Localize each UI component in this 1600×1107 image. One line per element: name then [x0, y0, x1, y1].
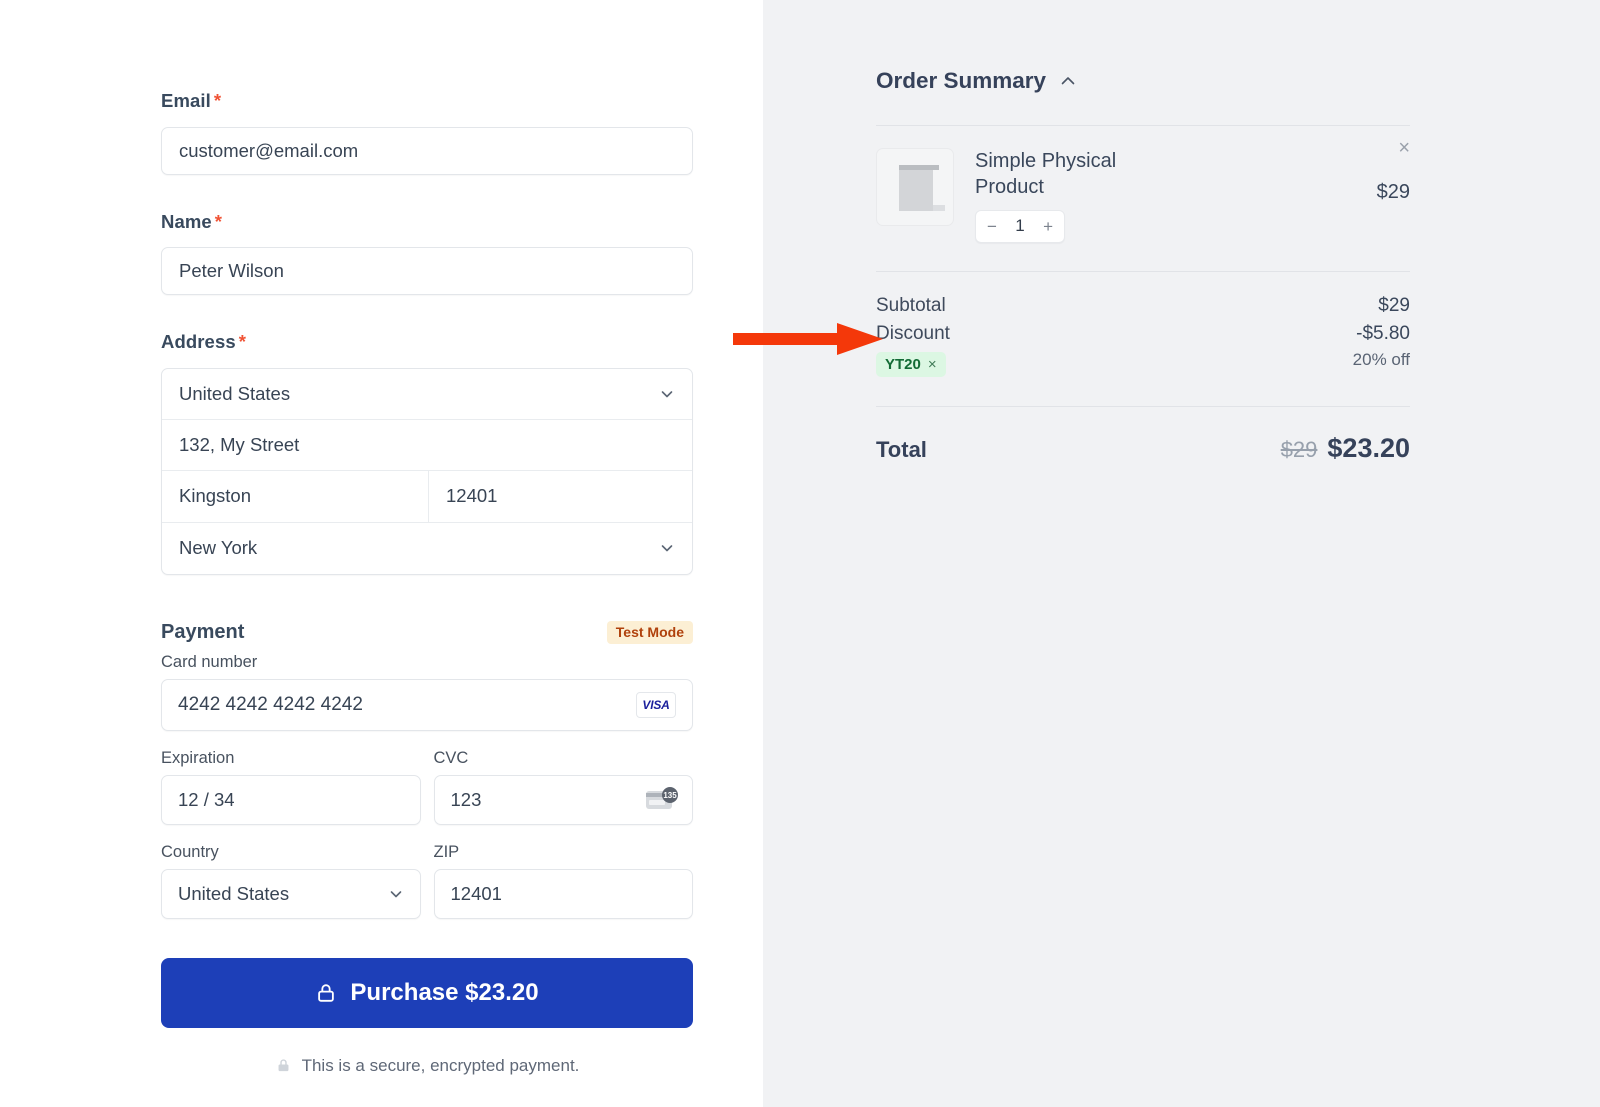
remove-item-icon[interactable]: × [1398, 138, 1410, 158]
total-row: Total $29 $23.20 [876, 407, 1410, 464]
test-mode-badge: Test Mode [607, 621, 693, 644]
totals-section: Subtotal $29 Discount YT20 × -$5.80 20% … [876, 272, 1410, 377]
address-state-select[interactable]: New York [162, 523, 692, 574]
address-required-mark: * [239, 331, 246, 352]
lock-icon [315, 982, 337, 1004]
email-label: Email* [161, 92, 693, 111]
expiration-field: Expiration 12 / 34 [161, 749, 421, 825]
total-value: $23.20 [1327, 433, 1410, 464]
order-summary-title: Order Summary [876, 68, 1046, 94]
visa-icon: VISA [636, 692, 676, 718]
address-street-value: 132, My Street [179, 434, 299, 456]
quantity-stepper[interactable]: − 1 + [975, 210, 1065, 243]
name-required-mark: * [215, 211, 222, 232]
product-thumbnail [876, 148, 954, 226]
name-value: Peter Wilson [179, 260, 284, 282]
country-value: United States [178, 883, 289, 905]
name-input[interactable]: Peter Wilson [161, 247, 693, 295]
increment-button[interactable]: + [1043, 218, 1053, 235]
purchase-button-label: Purchase $23.20 [350, 979, 538, 1007]
discount-label: Discount [876, 323, 950, 345]
checkout-page: Email* customer@email.com Name* Peter Wi… [0, 0, 1600, 1107]
expiration-label: Expiration [161, 749, 421, 768]
cvc-label: CVC [434, 749, 694, 768]
name-label: Name* [161, 213, 693, 232]
product-name: Simple Physical Product [975, 148, 1190, 201]
cvc-field: CVC 123 135 [434, 749, 694, 825]
address-state-value: New York [179, 537, 257, 559]
quantity-value: 1 [1015, 216, 1024, 236]
coupon-chip[interactable]: YT20 × [876, 352, 946, 377]
country-select[interactable]: United States [161, 869, 421, 919]
email-value: customer@email.com [179, 140, 358, 162]
secure-payment-text: This is a secure, encrypted payment. [302, 1056, 580, 1076]
address-city-input[interactable]: Kingston [162, 471, 429, 522]
email-required-mark: * [214, 90, 221, 111]
discount-value: -$5.80 [1356, 323, 1410, 345]
country-zip-row: Country United States ZIP 12401 [161, 843, 693, 919]
card-number-value: 4242 4242 4242 4242 [178, 694, 363, 716]
address-label-text: Address [161, 331, 236, 352]
address-street-input[interactable]: 132, My Street [162, 420, 692, 471]
subtotal-value: $29 [1378, 295, 1410, 317]
annotation-arrow [733, 322, 883, 356]
chevron-down-icon [659, 540, 675, 556]
product-details: Simple Physical Product − 1 + [975, 148, 1410, 243]
card-number-label: Card number [161, 653, 693, 672]
cvc-value: 123 [451, 789, 482, 811]
address-label: Address* [161, 333, 693, 352]
address-country-select[interactable]: United States [162, 369, 692, 420]
subtotal-label: Subtotal [876, 295, 946, 317]
order-line-item: Simple Physical Product − 1 + × $29 [876, 126, 1410, 243]
total-label: Total [876, 437, 927, 463]
zip-field: ZIP 12401 [434, 843, 694, 919]
chevron-down-icon [388, 886, 404, 902]
order-summary-header[interactable]: Order Summary [876, 0, 1410, 94]
cvc-card-icon: 135 [646, 789, 676, 810]
discount-row: Discount YT20 × -$5.80 [876, 323, 1410, 377]
purchase-button[interactable]: Purchase $23.20 [161, 958, 693, 1028]
secure-payment-note: This is a secure, encrypted payment. [161, 1056, 693, 1076]
payment-header: Payment Test Mode [161, 621, 693, 644]
payment-title: Payment [161, 621, 244, 644]
address-city-postal-row: Kingston 12401 [162, 471, 692, 523]
chevron-up-icon[interactable] [1059, 72, 1077, 90]
cvc-input[interactable]: 123 135 [434, 775, 694, 825]
cvc-hint-badge: 135 [662, 787, 678, 803]
lock-icon [275, 1057, 292, 1074]
zip-input[interactable]: 12401 [434, 869, 694, 919]
address-country-value: United States [179, 383, 290, 405]
expiration-cvc-row: Expiration 12 / 34 CVC 123 135 [161, 749, 693, 825]
country-field: Country United States [161, 843, 421, 919]
product-price: $29 [1377, 181, 1410, 204]
address-group: United States 132, My Street Kingston 12… [161, 368, 693, 575]
name-label-text: Name [161, 211, 212, 232]
subtotal-row: Subtotal $29 [876, 295, 1410, 317]
total-original-price: $29 [1281, 437, 1318, 463]
checkout-form-pane: Email* customer@email.com Name* Peter Wi… [0, 0, 763, 1107]
email-input[interactable]: customer@email.com [161, 127, 693, 175]
chevron-down-icon [659, 386, 675, 402]
address-postal-value: 12401 [446, 485, 497, 507]
address-postal-input[interactable]: 12401 [429, 471, 692, 522]
decrement-button[interactable]: − [987, 218, 997, 235]
address-city-value: Kingston [179, 485, 251, 507]
zip-value: 12401 [451, 883, 502, 905]
expiration-input[interactable]: 12 / 34 [161, 775, 421, 825]
coupon-code: YT20 [885, 357, 921, 372]
country-label: Country [161, 843, 421, 862]
email-label-text: Email [161, 90, 211, 111]
discount-note: 20% off [1353, 350, 1410, 370]
expiration-value: 12 / 34 [178, 789, 235, 811]
card-number-input[interactable]: 4242 4242 4242 4242 VISA [161, 679, 693, 731]
remove-coupon-icon[interactable]: × [928, 357, 937, 372]
zip-label: ZIP [434, 843, 694, 862]
order-summary-pane: Order Summary Simple Physical Product − … [763, 0, 1600, 1107]
